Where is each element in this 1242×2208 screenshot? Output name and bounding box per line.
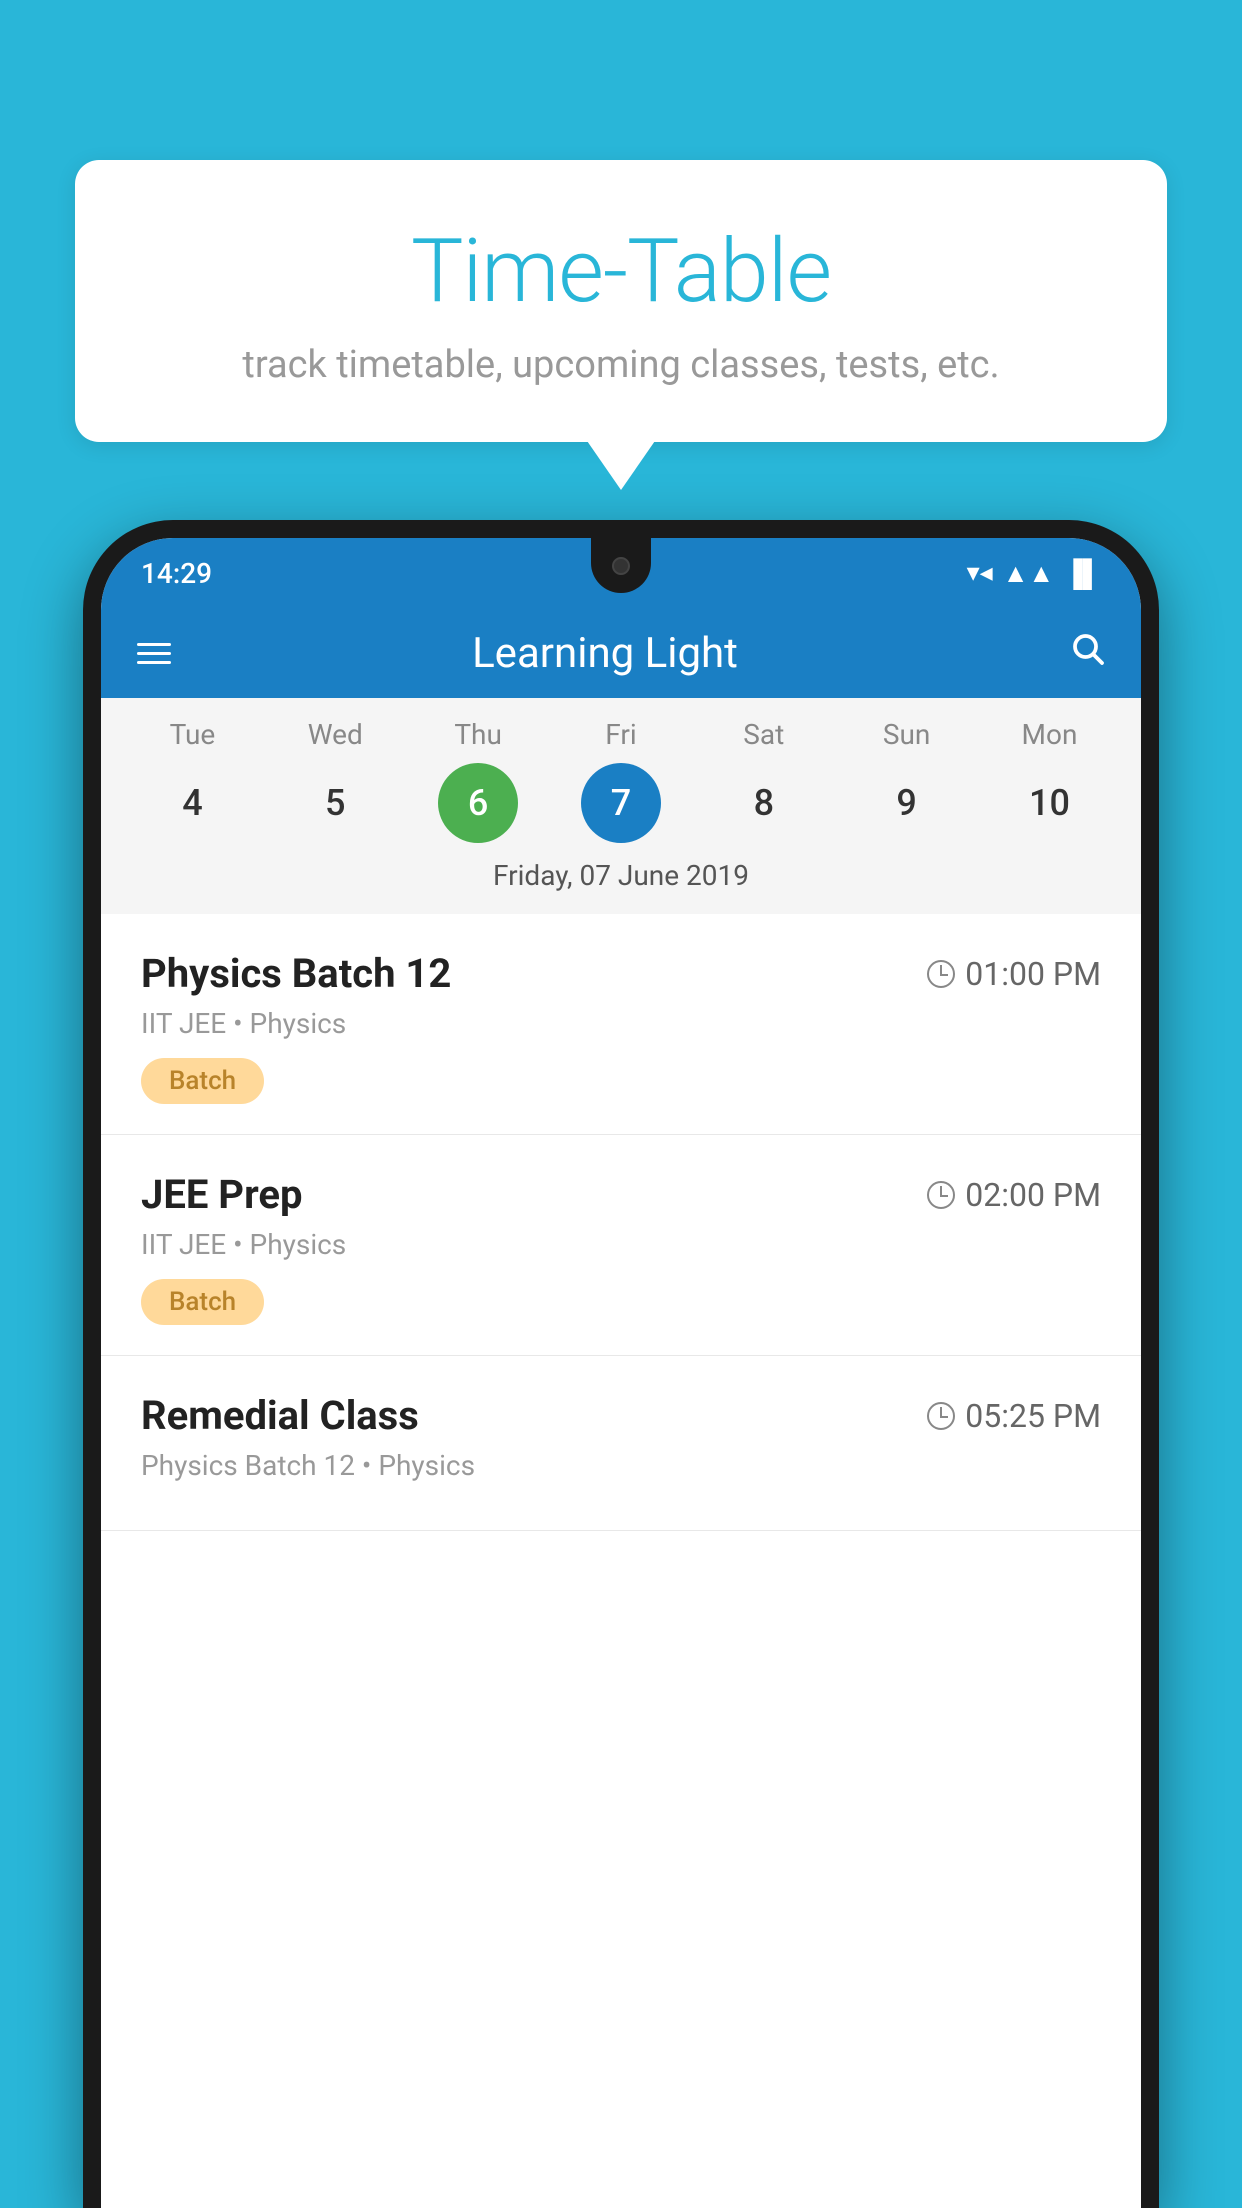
schedule-item-2[interactable]: JEE Prep 02:00 PM IIT JEE • Physics Batc… — [101, 1135, 1141, 1356]
speech-bubble: Time-Table track timetable, upcoming cla… — [75, 160, 1167, 442]
speech-bubble-container: Time-Table track timetable, upcoming cla… — [75, 160, 1167, 442]
schedule-list: Physics Batch 12 01:00 PM IIT JEE • Phys… — [101, 914, 1141, 2208]
status-bar: 14:29 ▾◂ ▲▲ ▐▌ — [101, 538, 1141, 608]
toolbar-title: Learning Light — [207, 629, 1003, 678]
battery-icon: ▐▌ — [1064, 558, 1101, 589]
signal-icon: ▲▲ — [1003, 558, 1054, 589]
hamburger-icon[interactable] — [137, 643, 171, 664]
day-header-thu: Thu — [438, 718, 518, 751]
day-9[interactable]: 9 — [867, 763, 947, 843]
bubble-subtitle: track timetable, upcoming classes, tests… — [115, 343, 1127, 387]
day-6-today[interactable]: 6 — [438, 763, 518, 843]
schedule-item-1[interactable]: Physics Batch 12 01:00 PM IIT JEE • Phys… — [101, 914, 1141, 1135]
schedule-time-1: 01:00 PM — [927, 955, 1101, 993]
selected-date-label: Friday, 07 June 2019 — [101, 859, 1141, 904]
day-5[interactable]: 5 — [295, 763, 375, 843]
day-header-wed: Wed — [295, 718, 375, 751]
app-toolbar: Learning Light — [101, 608, 1141, 698]
status-time: 14:29 — [141, 557, 212, 590]
day-header-mon: Mon — [1009, 718, 1089, 751]
schedule-title-1: Physics Batch 12 — [141, 950, 451, 997]
wifi-icon: ▾◂ — [967, 558, 993, 588]
batch-tag-1: Batch — [141, 1058, 264, 1104]
clock-icon-3 — [927, 1402, 955, 1430]
phone-screen: 14:29 ▾◂ ▲▲ ▐▌ Learning Light — [101, 538, 1141, 2208]
schedule-time-3: 05:25 PM — [927, 1397, 1101, 1435]
phone-frame: 14:29 ▾◂ ▲▲ ▐▌ Learning Light — [83, 520, 1159, 2208]
day-4[interactable]: 4 — [152, 763, 232, 843]
schedule-time-2: 02:00 PM — [927, 1176, 1101, 1214]
search-icon[interactable] — [1069, 630, 1105, 676]
status-icons: ▾◂ ▲▲ ▐▌ — [967, 558, 1101, 589]
clock-icon-1 — [927, 960, 955, 988]
camera-dot — [612, 557, 630, 575]
schedule-item-1-header: Physics Batch 12 01:00 PM — [141, 950, 1101, 997]
day-8[interactable]: 8 — [724, 763, 804, 843]
schedule-item-3-header: Remedial Class 05:25 PM — [141, 1392, 1101, 1439]
batch-tag-2: Batch — [141, 1279, 264, 1325]
schedule-meta-3: Physics Batch 12 • Physics — [141, 1449, 1101, 1482]
day-header-tue: Tue — [152, 718, 232, 751]
clock-icon-2 — [927, 1181, 955, 1209]
day-header-sun: Sun — [867, 718, 947, 751]
calendar-strip: Tue Wed Thu Fri Sat Sun Mon 4 5 6 7 8 9 … — [101, 698, 1141, 914]
schedule-title-2: JEE Prep — [141, 1171, 302, 1218]
day-10[interactable]: 10 — [1009, 763, 1089, 843]
bubble-title: Time-Table — [115, 220, 1127, 323]
day-numbers: 4 5 6 7 8 9 10 — [101, 763, 1141, 843]
schedule-item-3[interactable]: Remedial Class 05:25 PM Physics Batch 12… — [101, 1356, 1141, 1531]
day-header-sat: Sat — [724, 718, 804, 751]
day-header-fri: Fri — [581, 718, 661, 751]
schedule-meta-1: IIT JEE • Physics — [141, 1007, 1101, 1040]
notch — [591, 538, 651, 593]
day-headers: Tue Wed Thu Fri Sat Sun Mon — [101, 718, 1141, 751]
day-7-selected[interactable]: 7 — [581, 763, 661, 843]
schedule-meta-2: IIT JEE • Physics — [141, 1228, 1101, 1261]
schedule-item-2-header: JEE Prep 02:00 PM — [141, 1171, 1101, 1218]
schedule-title-3: Remedial Class — [141, 1392, 419, 1439]
